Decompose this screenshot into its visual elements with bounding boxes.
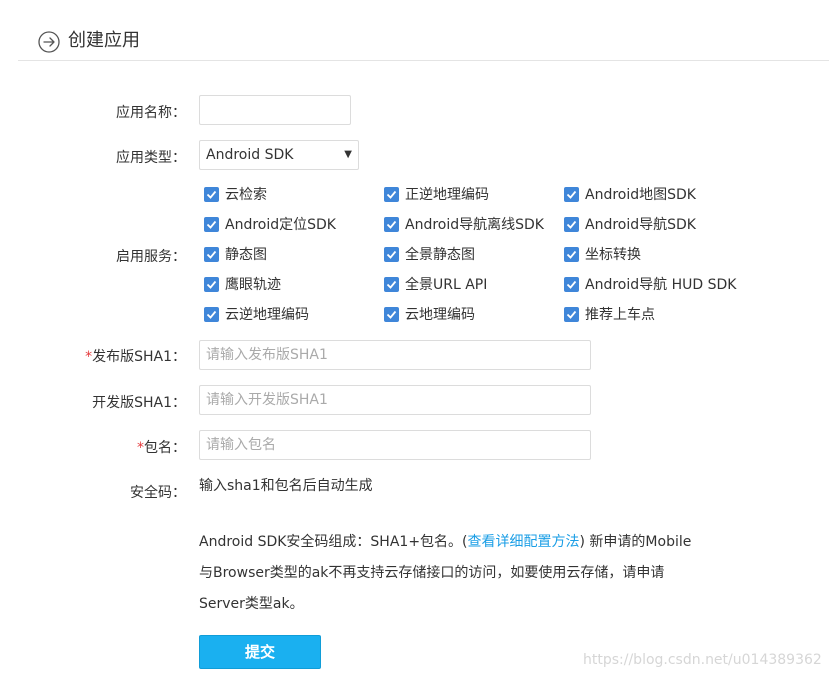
checkbox-checked-icon (384, 217, 399, 232)
service-label: 推荐上车点 (585, 307, 655, 323)
service-label: Android导航 HUD SDK (585, 277, 737, 293)
app-name-input[interactable] (199, 95, 351, 125)
checkbox-checked-icon (384, 247, 399, 262)
app-type-select[interactable]: Android SDK ▼ (199, 140, 359, 170)
config-guide-link[interactable]: 查看详细配置方法 (468, 534, 580, 550)
security-code-value: 输入sha1和包名后自动生成 (199, 478, 373, 494)
service-label: 云地理编码 (405, 307, 475, 323)
app-type-selected-value: Android SDK (206, 147, 294, 163)
dev-sha1-input[interactable] (199, 385, 591, 415)
watermark: https://blog.csdn.net/u014389362 (583, 652, 822, 668)
dev-sha1-label: 开发版SHA1： (92, 395, 186, 411)
app-name-label: 应用名称： (116, 105, 186, 121)
required-mark: * (137, 440, 144, 456)
page-title: 创建应用 (68, 30, 140, 51)
checkbox-checked-icon (384, 277, 399, 292)
package-name-input[interactable] (199, 430, 591, 460)
checkbox-checked-icon (204, 247, 219, 262)
checkbox-checked-icon (384, 307, 399, 322)
release-sha1-label: *发布版SHA1： (85, 349, 186, 365)
service-label: 坐标转换 (585, 247, 641, 263)
checkbox-checked-icon (564, 247, 579, 262)
services-label: 启用服务： (116, 249, 186, 265)
security-code-label: 安全码： (130, 485, 186, 501)
submit-button[interactable]: 提交 (199, 635, 321, 669)
service-label: 静态图 (225, 247, 267, 263)
service-label: Android定位SDK (225, 217, 336, 233)
service-label: 鹰眼轨迹 (225, 277, 281, 293)
service-label: Android导航SDK (585, 217, 696, 233)
checkbox-checked-icon (564, 217, 579, 232)
checkbox-checked-icon (564, 307, 579, 322)
service-label: Android导航离线SDK (405, 217, 544, 233)
note-line-1: Android SDK安全码组成：SHA1+包名。(查看详细配置方法) 新申请的… (199, 534, 692, 550)
checkbox-checked-icon (204, 187, 219, 202)
service-label: 云逆地理编码 (225, 307, 309, 323)
note-line-2: 与Browser类型的ak不再支持云存储接口的访问，如要使用云存储，请申请 (199, 565, 665, 581)
dropdown-arrow-icon: ▼ (344, 149, 352, 160)
package-name-label: *包名： (137, 440, 186, 456)
checkbox-checked-icon (204, 217, 219, 232)
service-label: 全景静态图 (405, 247, 475, 263)
note-line-3: Server类型ak。 (199, 596, 304, 612)
page-header: 创建应用 (18, 0, 829, 61)
checkbox-checked-icon (384, 187, 399, 202)
release-sha1-input[interactable] (199, 340, 591, 370)
service-label: 云检索 (225, 187, 267, 203)
checkbox-checked-icon (204, 307, 219, 322)
app-type-label: 应用类型： (116, 150, 186, 166)
arrow-right-circle-icon[interactable] (38, 31, 60, 53)
service-label: Android地图SDK (585, 187, 696, 203)
service-label: 正逆地理编码 (405, 187, 489, 203)
checkbox-checked-icon (564, 187, 579, 202)
checkbox-checked-icon (564, 277, 579, 292)
checkbox-checked-icon (204, 277, 219, 292)
service-label: 全景URL API (405, 277, 488, 293)
